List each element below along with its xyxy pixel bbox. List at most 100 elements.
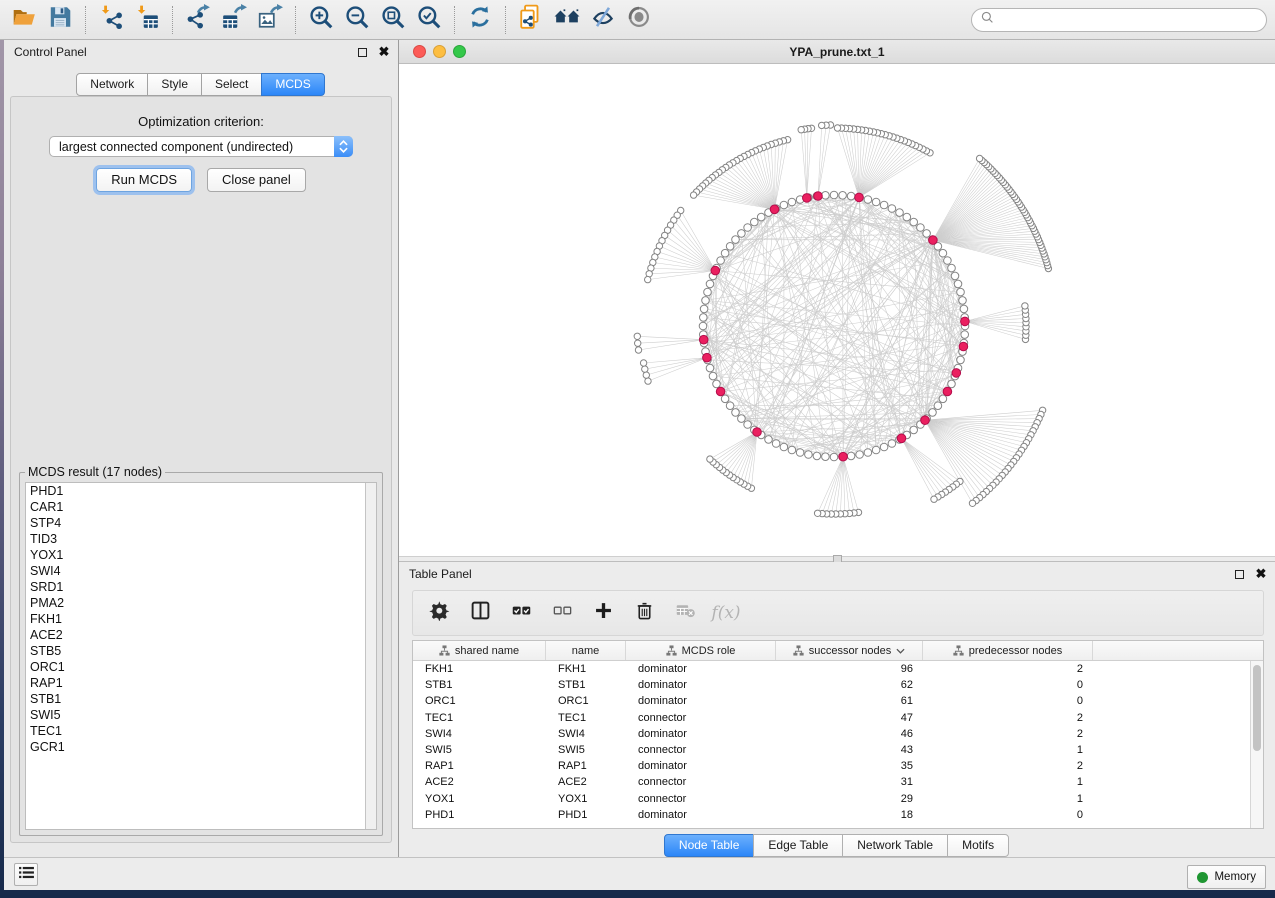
export-network-button[interactable]	[181, 4, 215, 36]
delete-column-button[interactable]	[632, 601, 656, 625]
cell-MCDS-role[interactable]: dominator	[626, 807, 776, 823]
tab-mcds[interactable]: MCDS	[261, 73, 324, 96]
mcds-list-scrollbar[interactable]	[365, 483, 376, 829]
table-float-panel-icon[interactable]	[1231, 567, 1247, 581]
cell-name[interactable]: STB1	[546, 677, 626, 693]
cell-predecessor-nodes[interactable]: 1	[923, 791, 1093, 807]
cell-name[interactable]: ORC1	[546, 693, 626, 709]
close-panel-button[interactable]: Close panel	[207, 168, 306, 192]
select-all-button[interactable]	[509, 601, 533, 625]
cell-shared-name[interactable]: STB1	[413, 677, 546, 693]
mcds-result-list[interactable]: PHD1CAR1STP4TID3YOX1SWI4SRD1PMA2FKH1ACE2…	[25, 482, 377, 830]
cell-name[interactable]: ACE2	[546, 774, 626, 790]
mcds-result-item[interactable]: STP4	[26, 515, 376, 531]
mcds-result-item[interactable]: SWI4	[26, 563, 376, 579]
table-row[interactable]: RAP1RAP1dominator352	[413, 758, 1263, 774]
run-mcds-button[interactable]: Run MCDS	[96, 168, 192, 192]
cell-successor-nodes[interactable]: 31	[776, 774, 923, 790]
cell-predecessor-nodes[interactable]: 1	[923, 774, 1093, 790]
add-column-button[interactable]	[591, 601, 615, 625]
table-scrollbar[interactable]	[1250, 661, 1263, 828]
mcds-result-item[interactable]: CAR1	[26, 499, 376, 515]
mcds-result-item[interactable]: ACE2	[26, 627, 376, 643]
cell-MCDS-role[interactable]: connector	[626, 791, 776, 807]
cell-successor-nodes[interactable]: 61	[776, 693, 923, 709]
cell-MCDS-role[interactable]: connector	[626, 774, 776, 790]
zoom-fit-button[interactable]	[376, 4, 410, 36]
show-column-panel-button[interactable]	[468, 601, 492, 625]
cell-predecessor-nodes[interactable]: 0	[923, 677, 1093, 693]
cell-name[interactable]: RAP1	[546, 758, 626, 774]
table-row[interactable]: ACE2ACE2connector311	[413, 774, 1263, 790]
open-button[interactable]	[7, 4, 41, 36]
search-input[interactable]	[995, 11, 1266, 29]
mcds-result-item[interactable]: GCR1	[26, 739, 376, 755]
import-table-button[interactable]	[130, 4, 164, 36]
table-row[interactable]: SWI4SWI4dominator462	[413, 726, 1263, 742]
network-file-button[interactable]	[514, 4, 548, 36]
window-zoom-traffic-icon[interactable]	[453, 45, 466, 58]
float-panel-icon[interactable]	[354, 45, 370, 59]
cell-predecessor-nodes[interactable]: 2	[923, 661, 1093, 677]
cell-name[interactable]: SWI5	[546, 742, 626, 758]
home-button[interactable]	[550, 4, 584, 36]
cell-shared-name[interactable]: PHD1	[413, 807, 546, 823]
zoom-out-button[interactable]	[340, 4, 374, 36]
table-row[interactable]: FKH1FKH1dominator962	[413, 661, 1263, 677]
cell-shared-name[interactable]: SWI5	[413, 742, 546, 758]
cell-shared-name[interactable]: ACE2	[413, 774, 546, 790]
mcds-result-item[interactable]: TEC1	[26, 723, 376, 739]
cell-shared-name[interactable]: TEC1	[413, 710, 546, 726]
zoom-in-button[interactable]	[304, 4, 338, 36]
cell-shared-name[interactable]: YOX1	[413, 791, 546, 807]
cell-MCDS-role[interactable]: dominator	[626, 677, 776, 693]
cell-name[interactable]: TEC1	[546, 710, 626, 726]
tab-style[interactable]: Style	[147, 73, 202, 96]
cell-successor-nodes[interactable]: 18	[776, 807, 923, 823]
cell-shared-name[interactable]: SWI4	[413, 726, 546, 742]
mcds-result-item[interactable]: SRD1	[26, 579, 376, 595]
cell-MCDS-role[interactable]: dominator	[626, 693, 776, 709]
tab-select[interactable]: Select	[201, 73, 262, 96]
mcds-result-item[interactable]: STB5	[26, 643, 376, 659]
export-table-button[interactable]	[217, 4, 251, 36]
memory-button[interactable]: Memory	[1187, 865, 1266, 889]
column-header-MCDS-role[interactable]: MCDS role	[626, 641, 776, 660]
mcds-result-item[interactable]: ORC1	[26, 659, 376, 675]
tab-network[interactable]: Network	[76, 73, 148, 96]
table-row[interactable]: ORC1ORC1dominator610	[413, 693, 1263, 709]
tab-motifs[interactable]: Motifs	[947, 834, 1009, 857]
cell-predecessor-nodes[interactable]: 2	[923, 710, 1093, 726]
close-panel-icon[interactable]: ✖	[376, 45, 392, 59]
mcds-result-item[interactable]: PMA2	[26, 595, 376, 611]
table-row[interactable]: STB1STB1dominator620	[413, 677, 1263, 693]
table-row[interactable]: SWI5SWI5connector431	[413, 742, 1263, 758]
column-header-predecessor-nodes[interactable]: predecessor nodes	[923, 641, 1093, 660]
cell-successor-nodes[interactable]: 62	[776, 677, 923, 693]
table-options-gear-button[interactable]	[427, 601, 451, 625]
tab-edge-table[interactable]: Edge Table	[753, 834, 843, 857]
mcds-result-item[interactable]: RAP1	[26, 675, 376, 691]
table-scrollbar-thumb[interactable]	[1253, 665, 1261, 751]
mcds-result-item[interactable]: PHD1	[26, 483, 376, 499]
network-window-titlebar[interactable]: YPA_prune.txt_1	[399, 40, 1275, 64]
cell-predecessor-nodes[interactable]: 1	[923, 742, 1093, 758]
table-row[interactable]: TEC1TEC1connector472	[413, 710, 1263, 726]
cell-MCDS-role[interactable]: connector	[626, 742, 776, 758]
zoom-selected-button[interactable]	[412, 4, 446, 36]
save-button[interactable]	[43, 4, 77, 36]
mcds-result-item[interactable]: TID3	[26, 531, 376, 547]
cell-shared-name[interactable]: FKH1	[413, 661, 546, 677]
cell-MCDS-role[interactable]: dominator	[626, 758, 776, 774]
cell-successor-nodes[interactable]: 96	[776, 661, 923, 677]
cell-MCDS-role[interactable]: connector	[626, 710, 776, 726]
mcds-result-item[interactable]: SWI5	[26, 707, 376, 723]
column-header-name[interactable]: name	[546, 641, 626, 660]
cell-successor-nodes[interactable]: 46	[776, 726, 923, 742]
cell-successor-nodes[interactable]: 47	[776, 710, 923, 726]
show-gray-button[interactable]	[622, 4, 656, 36]
optimization-criterion-select[interactable]: largest connected component (undirected)	[49, 136, 353, 157]
window-close-traffic-icon[interactable]	[413, 45, 426, 58]
cell-name[interactable]: SWI4	[546, 726, 626, 742]
cell-predecessor-nodes[interactable]: 0	[923, 693, 1093, 709]
